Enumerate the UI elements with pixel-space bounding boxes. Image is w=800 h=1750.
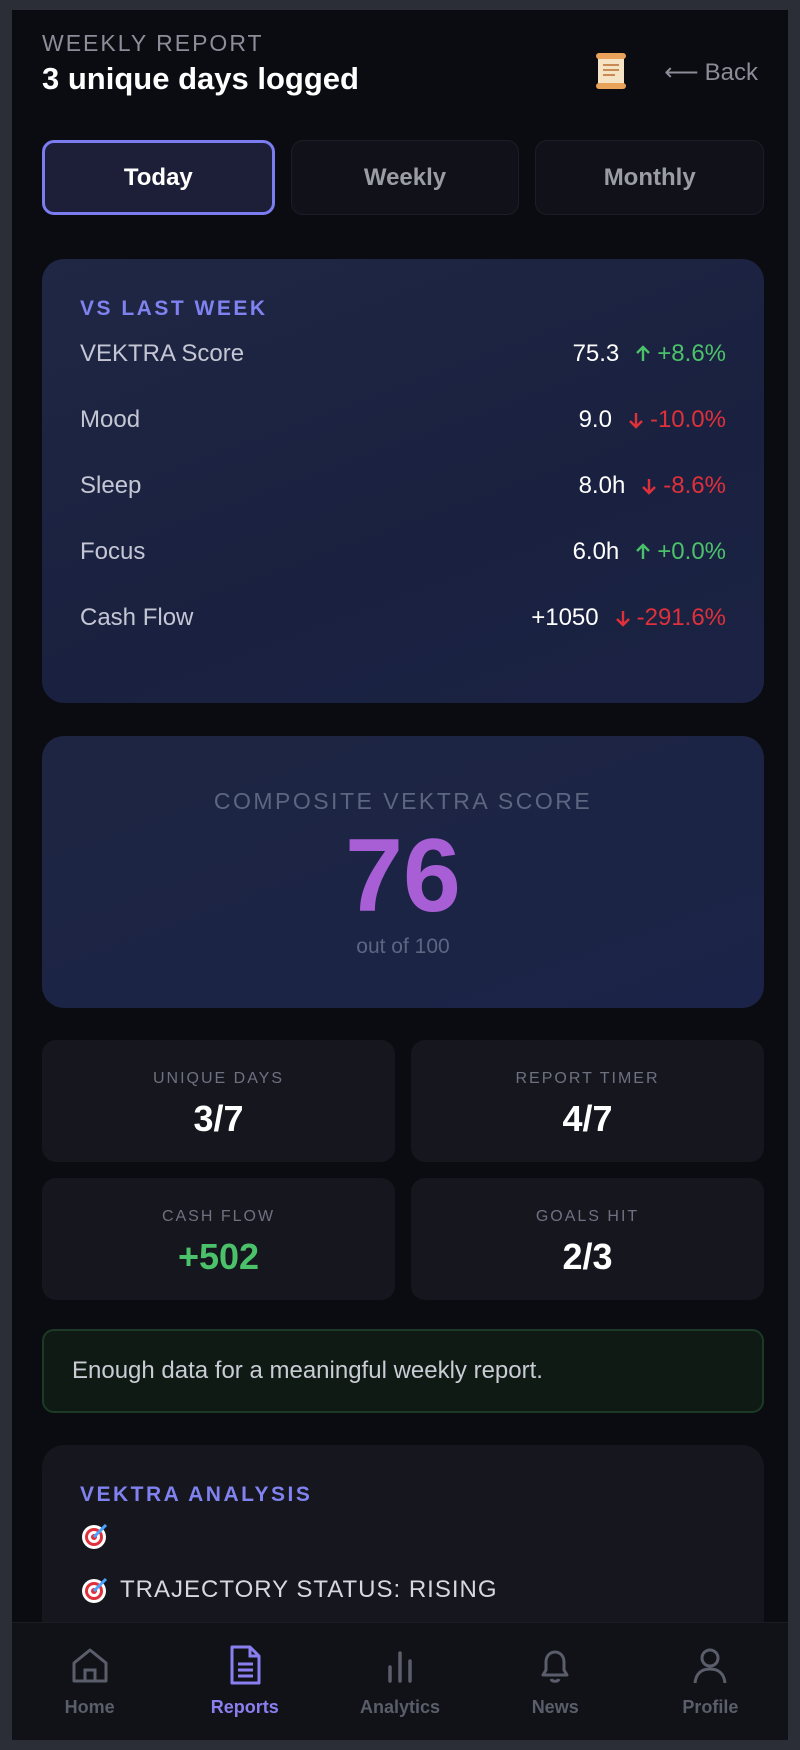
comparison-row: Sleep 8.0h -8.6%: [80, 453, 726, 519]
composite-score: 76: [345, 818, 461, 934]
tab-monthly[interactable]: Monthly: [535, 140, 765, 215]
bell-icon: [541, 1650, 569, 1683]
nav-label: Reports: [210, 1697, 279, 1717]
comparison-row: Mood 9.0 -10.0%: [80, 387, 726, 453]
tab-weekly[interactable]: Weekly: [290, 140, 520, 215]
delta-value: +0.0%: [657, 538, 726, 565]
page-eyebrow: WEEKLY REPORT: [42, 30, 264, 56]
analysis-line: TRAJECTORY STATUS: RISING: [80, 1565, 726, 1615]
stat-value: +502: [177, 1236, 260, 1277]
nav-analytics[interactable]: Analytics: [322, 1623, 477, 1740]
delta-badge: +8.6%: [633, 340, 726, 368]
arrow-up-icon: [636, 345, 651, 361]
delta-value: -10.0%: [649, 406, 726, 433]
row-value: +1050: [531, 604, 599, 631]
stats-grid: UNIQUE DAYS 3/7 REPORT TIMER 4/7 CASH FL…: [42, 1040, 764, 1300]
stat-unique-days: UNIQUE DAYS 3/7: [42, 1040, 395, 1162]
nav-reports[interactable]: Reports: [167, 1623, 322, 1740]
nav-label: News: [531, 1697, 579, 1717]
reports-icon: [230, 1645, 261, 1685]
back-label: Back: [704, 59, 758, 86]
arrow-down-icon: [615, 611, 630, 627]
stat-label: REPORT TIMER: [515, 1070, 660, 1087]
row-label: Cash Flow: [80, 604, 194, 631]
analysis-text: TRAJECTORY STATUS: RISING: [120, 1576, 498, 1603]
row-label: VEKTRA Score: [80, 340, 245, 367]
delta-value: -291.6%: [636, 604, 726, 631]
nav-profile[interactable]: Profile: [633, 1623, 788, 1740]
composite-sub: out of 100: [356, 935, 450, 958]
vs-last-week-card: VS LAST WEEK VEKTRA Score 75.3 +8.6% Moo…: [42, 259, 764, 703]
data-sufficiency-note: Enough data for a meaningful weekly repo…: [42, 1329, 764, 1413]
stat-value: 4/7: [562, 1098, 613, 1139]
stat-label: CASH FLOW: [161, 1208, 276, 1225]
delta-value: +8.6%: [657, 340, 726, 367]
analytics-icon: [388, 1651, 412, 1683]
scroll-icon[interactable]: [594, 52, 628, 90]
row-label: Focus: [80, 538, 146, 565]
composite-label: COMPOSITE VEKTRA SCORE: [213, 788, 593, 814]
profile-icon: [693, 1648, 727, 1684]
composite-score-card: COMPOSITE VEKTRA SCORE 76 out of 100: [42, 736, 764, 1008]
stat-label: UNIQUE DAYS: [152, 1070, 285, 1087]
tab-today[interactable]: Today: [42, 140, 275, 215]
vs-last-week-label: VS LAST WEEK: [80, 297, 268, 320]
nav-label: Home: [64, 1697, 115, 1717]
stat-label: GOALS HIT: [535, 1208, 640, 1225]
target-icon: [82, 1523, 108, 1549]
header: WEEKLY REPORT 3 unique days logged ⟵ Back: [42, 30, 758, 110]
delta-value: -8.6%: [663, 472, 726, 499]
delta-badge: -291.6%: [613, 604, 726, 632]
analysis-label: VEKTRA ANALYSIS: [80, 1483, 313, 1506]
back-arrow-icon: ⟵: [664, 59, 699, 86]
stat-report-timer: REPORT TIMER 4/7: [411, 1040, 764, 1162]
arrow-down-icon: [642, 479, 657, 495]
period-tabs: Today Weekly Monthly: [42, 140, 765, 215]
row-value: 75.3: [572, 340, 620, 367]
stat-goals-hit: GOALS HIT 2/3: [411, 1178, 764, 1300]
home-icon: [72, 1648, 108, 1683]
row-value: 6.0h: [572, 538, 620, 565]
bottom-nav: Home Reports Analytics News Profile: [12, 1622, 788, 1740]
page-title: 3 unique days logged: [42, 61, 359, 96]
row-label: Mood: [80, 406, 141, 433]
nav-label: Profile: [682, 1697, 739, 1717]
nav-home[interactable]: Home: [12, 1623, 167, 1740]
delta-badge: -10.0%: [626, 406, 726, 434]
arrow-down-icon: [629, 413, 643, 429]
target-icon: [82, 1577, 108, 1603]
analysis-line: [80, 1511, 726, 1561]
comparison-row: Cash Flow +1050 -291.6%: [80, 585, 726, 651]
comparison-row: Focus 6.0h +0.0%: [80, 519, 726, 585]
row-value: 8.0h: [578, 472, 626, 499]
back-button[interactable]: ⟵ Back: [664, 58, 758, 87]
arrow-up-icon: [636, 543, 651, 559]
nav-label: Analytics: [359, 1697, 441, 1717]
stat-value: 2/3: [562, 1236, 613, 1277]
app-screen: WEEKLY REPORT 3 unique days logged ⟵ Back…: [12, 10, 788, 1740]
row-label: Sleep: [80, 472, 142, 499]
comparison-row: VEKTRA Score 75.3 +8.6%: [80, 321, 726, 387]
stat-value: 3/7: [193, 1098, 244, 1139]
stat-cash-flow: CASH FLOW +502: [42, 1178, 395, 1300]
row-value: 9.0: [578, 406, 612, 433]
delta-badge: +0.0%: [633, 538, 726, 566]
nav-news[interactable]: News: [478, 1623, 633, 1740]
delta-badge: -8.6%: [639, 472, 726, 500]
